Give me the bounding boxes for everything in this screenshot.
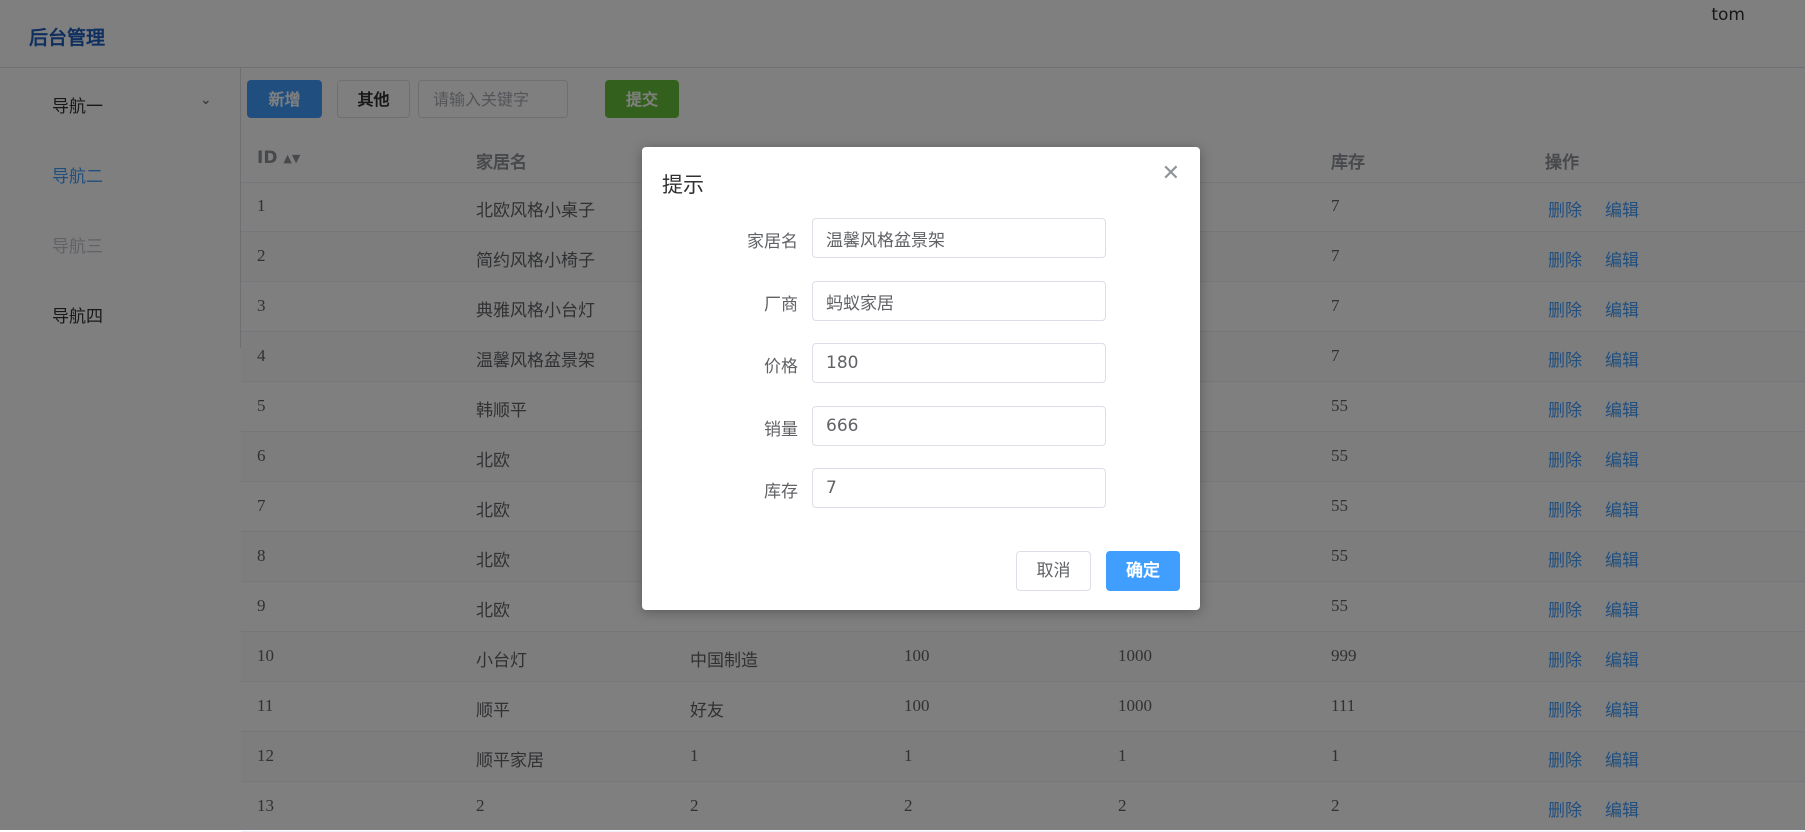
form-row-maker: 厂商 [642, 281, 1200, 323]
cancel-button[interactable]: 取消 [1016, 551, 1091, 591]
form-row-stock: 库存 [642, 468, 1200, 510]
maker-field[interactable] [812, 281, 1106, 321]
form-row-name: 家居名 [642, 218, 1200, 260]
dialog-title: 提示 [662, 173, 704, 197]
field-label: 库存 [764, 482, 798, 502]
confirm-button[interactable]: 确定 [1106, 551, 1180, 591]
sales-field[interactable] [812, 406, 1106, 446]
field-label: 家居名 [747, 232, 798, 252]
form-row-price: 价格 [642, 343, 1200, 385]
field-label: 价格 [764, 357, 798, 377]
form-row-sales: 销量 [642, 406, 1200, 448]
field-label: 销量 [764, 420, 798, 440]
price-field[interactable] [812, 343, 1106, 383]
field-label: 厂商 [764, 295, 798, 315]
stock-field[interactable] [812, 468, 1106, 508]
edit-dialog: 提示 ✕ 家居名 厂商 价格 销量 库存 取消 确定 [642, 147, 1200, 610]
name-field[interactable] [812, 218, 1106, 258]
close-icon[interactable]: ✕ [1162, 161, 1180, 186]
